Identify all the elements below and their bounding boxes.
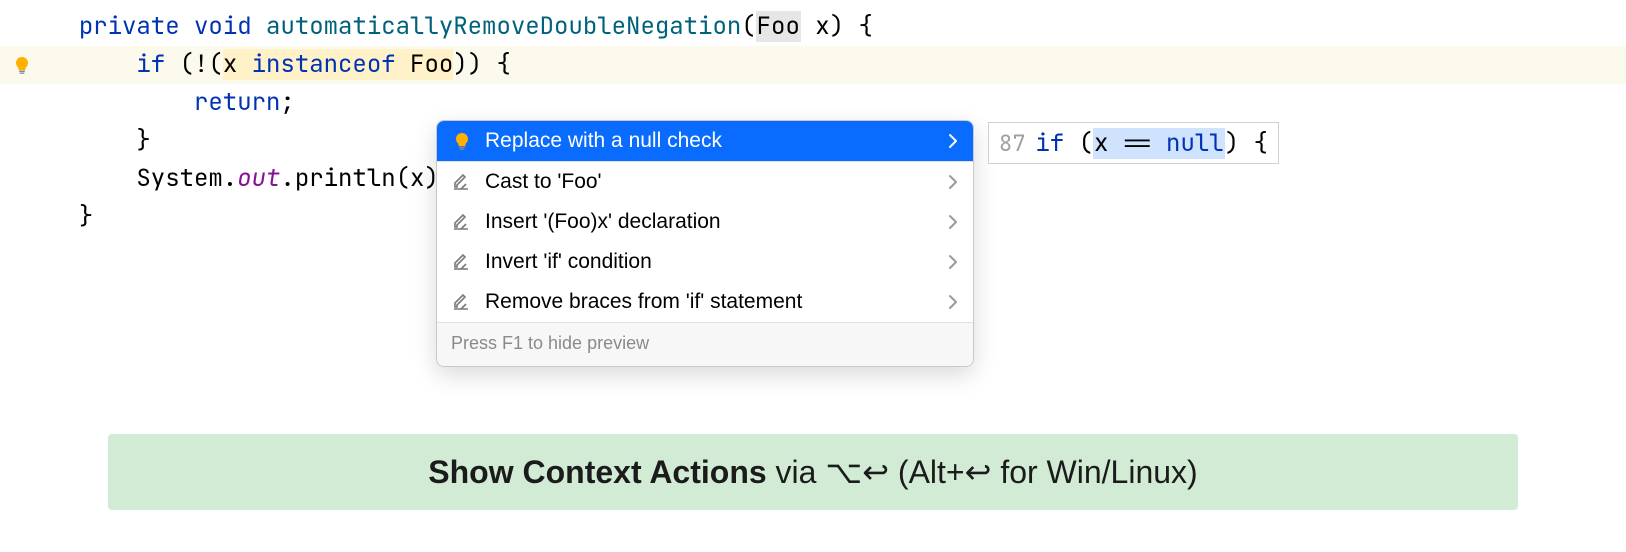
popup-footer-hint: Press F1 to hide preview [437, 322, 973, 366]
intention-preview: 87if (x == null) { [988, 122, 1279, 164]
intention-bulb-icon[interactable] [12, 55, 32, 75]
code-line: private void automaticallyRemoveDoubleNe… [0, 8, 1626, 46]
pencil-icon [451, 292, 473, 312]
chevron-right-icon [947, 133, 959, 149]
intention-item-label: Remove braces from 'if' statement [485, 290, 935, 314]
bulb-icon [451, 131, 473, 151]
param-type: Foo [756, 11, 801, 42]
param-name: x [815, 11, 829, 42]
code-line-highlighted: if (!(x instanceof Foo)) { [0, 46, 1626, 84]
intention-item-replace-null-check[interactable]: Replace with a null check [437, 121, 973, 161]
chevron-right-icon [947, 254, 959, 270]
intention-item-cast-to-foo[interactable]: Cast to 'Foo' [437, 162, 973, 202]
intention-item-invert-if[interactable]: Invert 'if' condition [437, 242, 973, 282]
keyword: if [136, 49, 165, 80]
field-ref: out [237, 163, 280, 194]
chevron-right-icon [947, 214, 959, 230]
pencil-icon [451, 252, 473, 272]
chevron-right-icon [947, 174, 959, 190]
intention-item-label: Replace with a null check [485, 129, 935, 153]
intention-item-label: Cast to 'Foo' [485, 170, 935, 194]
code-line: return; [0, 84, 1626, 122]
intention-item-remove-braces[interactable]: Remove braces from 'if' statement [437, 282, 973, 322]
intention-item-label: Insert '(Foo)x' declaration [485, 210, 935, 234]
keyword: private [79, 11, 180, 42]
preview-line-number: 87 [999, 129, 1025, 158]
banner-title: Show Context Actions [428, 454, 766, 490]
keyword: return [194, 87, 280, 118]
intention-item-insert-declaration[interactable]: Insert '(Foo)x' declaration [437, 202, 973, 242]
shortcut-banner: Show Context Actions via ⌥↩ (Alt+↩ for W… [108, 434, 1518, 510]
chevron-right-icon [947, 294, 959, 310]
pencil-icon [451, 172, 473, 192]
intention-actions-popup: Replace with a null check Cast to 'Foo' … [436, 120, 974, 367]
banner-shortcut-win: Alt+↩ [909, 454, 992, 490]
method-name: automaticallyRemoveDoubleNegation [266, 11, 741, 42]
intention-item-label: Invert 'if' condition [485, 250, 935, 274]
banner-shortcut-mac: ⌥↩ [825, 454, 889, 490]
pencil-icon [451, 212, 473, 232]
keyword: void [194, 11, 252, 42]
